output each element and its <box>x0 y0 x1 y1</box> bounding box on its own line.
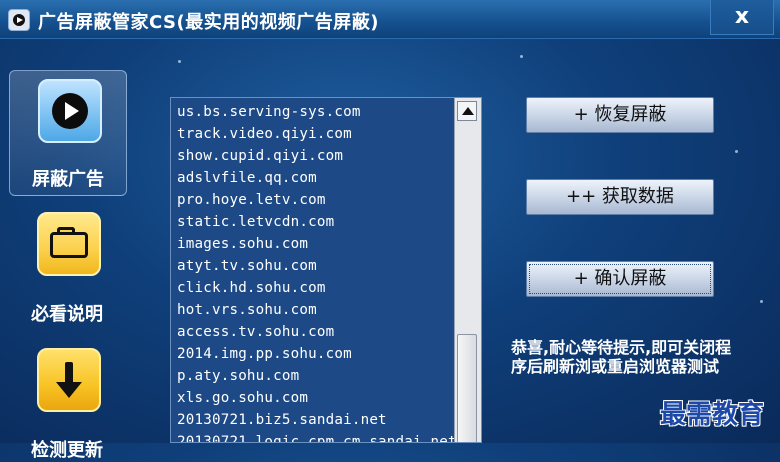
nav-item-label: 检测更新 <box>31 440 103 461</box>
nav-item-must-read[interactable]: 必看说明 <box>9 206 125 330</box>
background-sparkle <box>760 300 763 303</box>
background-sparkle <box>520 55 523 58</box>
list-item[interactable]: us.bs.serving-sys.com <box>177 101 457 123</box>
list-item[interactable]: access.tv.sohu.com <box>177 321 457 343</box>
download-arrow-icon <box>37 348 101 412</box>
folder-icon <box>37 212 101 276</box>
nav-item-check-update[interactable]: 检测更新 <box>9 344 125 461</box>
list-item[interactable]: atyt.tv.sohu.com <box>177 255 457 277</box>
list-item[interactable]: show.cupid.qiyi.com <box>177 145 457 167</box>
list-item[interactable]: p.aty.sohu.com <box>177 365 457 387</box>
background-sparkle <box>178 60 181 63</box>
app-icon <box>8 9 30 31</box>
list-item[interactable]: images.sohu.com <box>177 233 457 255</box>
domain-listbox[interactable]: us.bs.serving-sys.com track.video.qiyi.c… <box>170 97 482 443</box>
list-item[interactable]: pro.hoye.letv.com <box>177 189 457 211</box>
scroll-up-arrow-icon[interactable] <box>457 101 477 121</box>
list-item[interactable]: click.hd.sohu.com <box>177 277 457 299</box>
vertical-scrollbar[interactable] <box>454 98 481 442</box>
status-hint: 恭喜,耐心等待提示,即可关闭程序后刷新浏或重启浏览器测试 <box>511 338 732 376</box>
window-title: 广告屏蔽管家CS(最实用的视频广告屏蔽) <box>38 12 379 33</box>
fetch-data-button[interactable]: ++ 获取数据 <box>526 179 714 215</box>
list-item[interactable]: track.video.qiyi.com <box>177 123 457 145</box>
list-item[interactable]: xls.go.sohu.com <box>177 387 457 409</box>
title-bar: 广告屏蔽管家CS(最实用的视频广告屏蔽) x <box>0 0 780 39</box>
list-item[interactable]: 2014.img.pp.sohu.com <box>177 343 457 365</box>
domain-list: us.bs.serving-sys.com track.video.qiyi.c… <box>177 101 457 442</box>
restore-block-button[interactable]: + 恢复屏蔽 <box>526 97 714 133</box>
list-item[interactable]: hot.vrs.sohu.com <box>177 299 457 321</box>
play-icon <box>38 79 102 143</box>
watermark-logo: 最需教育 <box>660 400 765 430</box>
nav-item-label: 屏蔽广告 <box>32 169 104 190</box>
list-item[interactable]: 20130721.logic.cpm.cm.sandai.net <box>177 431 457 442</box>
close-button[interactable]: x <box>710 0 774 35</box>
list-item[interactable]: static.letvcdn.com <box>177 211 457 233</box>
scroll-thumb[interactable] <box>457 334 477 442</box>
nav-item-block-ads[interactable]: 屏蔽广告 <box>9 70 127 196</box>
list-item[interactable]: 20130721.biz5.sandai.net <box>177 409 457 431</box>
list-item[interactable]: adslvfile.qq.com <box>177 167 457 189</box>
confirm-block-button[interactable]: + 确认屏蔽 <box>526 261 714 297</box>
nav-item-label: 必看说明 <box>31 304 103 325</box>
background-sparkle <box>735 150 738 153</box>
